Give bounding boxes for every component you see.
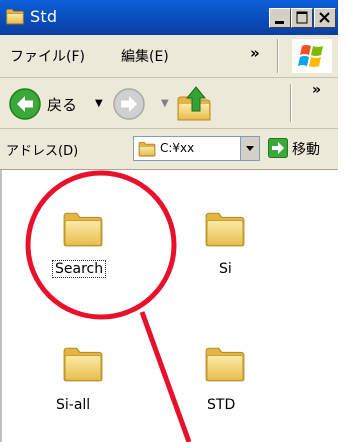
address-dropdown-button[interactable] [240, 137, 259, 160]
close-icon [319, 12, 330, 23]
folder-icon [204, 345, 246, 383]
toolbar: 戻る ▼ ▼ » [0, 78, 338, 129]
address-input[interactable]: C:¥xx [133, 136, 260, 161]
back-dropdown-arrow[interactable]: ▼ [95, 98, 103, 109]
back-arrow-icon[interactable] [8, 87, 42, 121]
maximize-button[interactable] [291, 8, 313, 28]
file-list: Search Si Si-all STD [0, 170, 338, 442]
file-label: Si-all [56, 397, 91, 413]
menu-separator [277, 39, 278, 73]
go-arrow-icon[interactable] [268, 138, 288, 158]
chevron-down-icon [246, 146, 254, 151]
window-title: Std [30, 7, 58, 26]
address-label: アドレス(D) [6, 144, 79, 159]
menu-bar: ファイル(F) 編集(E) » [0, 35, 338, 78]
toolbar-overflow-chevron[interactable]: » [312, 82, 321, 98]
folder-icon [62, 210, 104, 248]
title-bar[interactable]: Std [0, 0, 338, 35]
up-folder-icon[interactable] [175, 84, 213, 124]
windows-logo [292, 39, 332, 73]
list-item[interactable]: Search [50, 210, 130, 290]
list-item[interactable]: STD [202, 345, 262, 425]
file-label: Si [219, 261, 232, 277]
folder-icon [4, 8, 26, 25]
menu-edit[interactable]: 編集(E) [121, 46, 169, 66]
menu-file[interactable]: ファイル(F) [10, 46, 85, 66]
address-path[interactable]: C:¥xx [160, 141, 222, 155]
maximize-icon [296, 11, 308, 24]
file-label: Search [52, 260, 107, 278]
go-button-label[interactable]: 移動 [292, 139, 320, 159]
outer-margin [338, 0, 349, 442]
minimize-button[interactable] [269, 8, 291, 28]
forward-arrow-icon[interactable] [112, 87, 146, 121]
folder-icon [62, 345, 104, 383]
list-item[interactable]: Si [202, 210, 262, 290]
file-label: STD [207, 397, 236, 413]
close-button[interactable] [314, 8, 336, 28]
folder-icon [204, 210, 246, 248]
explorer-window: Std ファイル(F) 編集(E) » 戻る ▼ ▼ » アドレス(D) C:¥… [0, 0, 338, 442]
forward-dropdown-arrow[interactable]: ▼ [161, 98, 169, 109]
minimize-icon [275, 21, 284, 24]
list-item[interactable]: Si-all [50, 345, 130, 425]
toolbar-separator [290, 84, 291, 122]
back-button-label[interactable]: 戻る [47, 94, 77, 115]
folder-icon [137, 141, 157, 157]
menu-overflow-chevron[interactable]: » [250, 44, 260, 62]
address-bar: アドレス(D) C:¥xx 移動 [0, 129, 338, 170]
